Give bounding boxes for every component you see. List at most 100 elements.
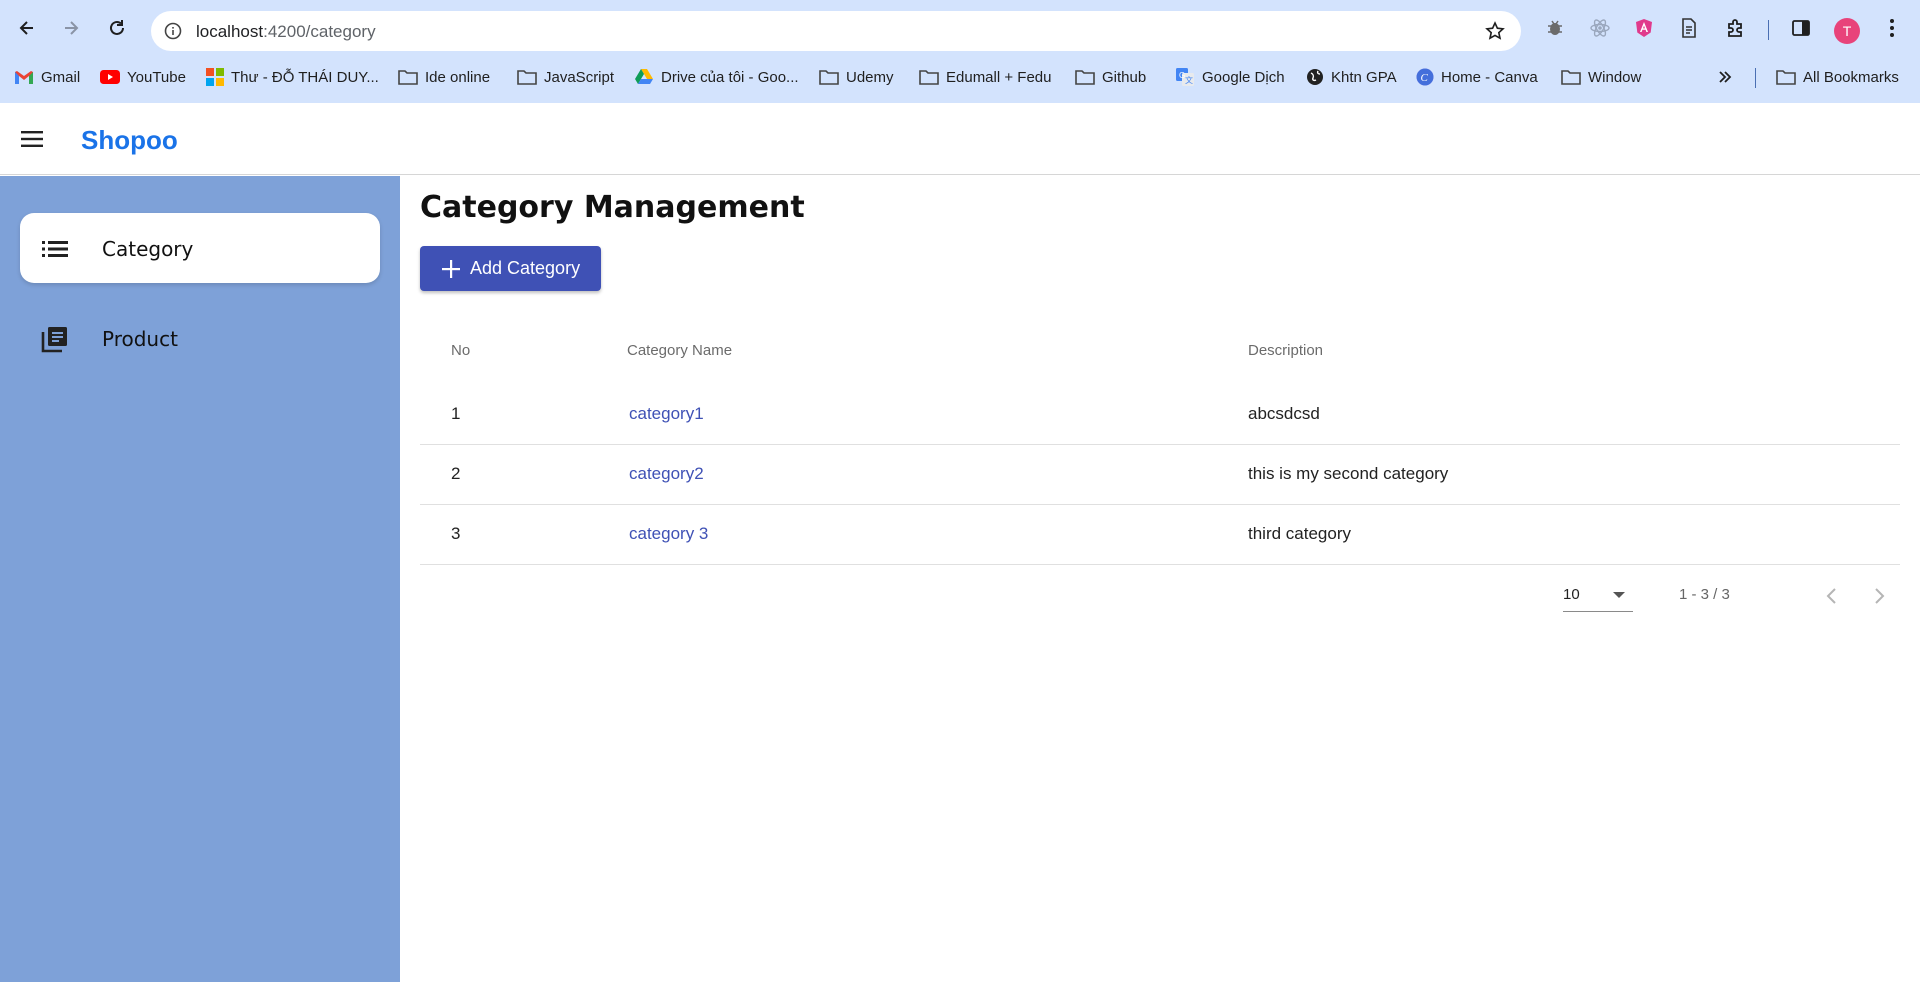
bookmark-drive[interactable]: Drive của tôi - Goo... [634,66,799,88]
list-icon [40,234,70,264]
cell-description: third category [1248,504,1900,565]
add-category-label: Add Category [470,258,581,278]
column-header-no[interactable]: No [420,316,627,384]
column-header-category-name[interactable]: Category Name [627,316,1248,384]
reload-button[interactable] [101,12,133,44]
table-row: 3 category 3 third category [420,504,1900,565]
page-size-value: 10 [1563,586,1580,603]
category-link[interactable]: category2 [627,464,704,483]
bookmark-star-icon[interactable] [1483,19,1507,43]
library-books-icon [40,324,70,354]
site-info-icon[interactable] [161,19,185,43]
bookmark-window[interactable]: Window [1561,66,1641,88]
bookmark-canva[interactable]: C Home - Canva [1416,66,1538,88]
bookmark-javascript[interactable]: JavaScript [517,66,614,88]
next-page-button[interactable] [1864,580,1896,612]
category-link[interactable]: category1 [627,404,704,423]
sidebar-item-label: Category [102,237,194,261]
url-path: :4200/category [263,22,376,41]
category-table: No Category Name Description 1 category1… [420,316,1900,565]
folder-icon [1776,70,1796,85]
previous-page-button[interactable] [1815,580,1847,612]
folder-icon [819,70,839,85]
bookmark-khtn-gpa[interactable]: Khtn GPA [1306,66,1397,88]
dropdown-arrow-icon [1613,592,1625,598]
bookmarks-divider [1755,68,1756,88]
cell-category-name: category1 [627,384,1248,445]
arrow-left-icon [19,21,33,35]
gmail-icon [15,71,33,84]
url-text: localhost:4200/category [196,22,376,42]
sidebar: Category Product [0,176,400,982]
bookmark-gmail[interactable]: Gmail [14,66,80,88]
chrome-menu-icon[interactable] [1880,16,1904,40]
folder-icon [1075,70,1095,85]
table-row: 2 category2 this is my second category [420,444,1900,505]
address-bar[interactable]: localhost:4200/category [151,11,1521,51]
folder-icon [398,70,418,85]
table-header-row: No Category Name Description [420,316,1900,384]
bookmark-label: Gmail [41,68,81,86]
cell-category-name: category 3 [627,504,1248,565]
reload-icon [110,20,124,35]
cell-no: 1 [420,384,627,445]
bookmark-ide-online[interactable]: Ide online [398,66,490,88]
bookmark-youtube[interactable]: YouTube [100,66,186,88]
bookmark-udemy[interactable]: Udemy [819,66,894,88]
bookmark-label: Drive của tôi - Goo... [661,68,799,86]
sidebar-item-product[interactable]: Product [20,303,380,373]
column-header-description[interactable]: Description [1248,316,1900,384]
google-drive-icon [635,69,653,84]
app-toolbar: Shopoo [0,103,1920,175]
brand-title[interactable]: Shopoo [81,125,178,156]
forward-button[interactable] [55,12,87,44]
bookmark-google-translate[interactable]: G文 Google Dịch [1175,66,1285,88]
bookmark-label: Window [1588,68,1642,86]
all-bookmarks-button[interactable]: All Bookmarks [1776,66,1899,88]
add-category-button[interactable]: Add Category [420,246,601,291]
profile-avatar[interactable]: T [1834,18,1860,44]
canva-icon: C [1416,68,1434,86]
svg-text:文: 文 [1185,75,1193,85]
url-host: localhost [196,22,264,41]
angular-devtools-icon[interactable] [1632,16,1656,40]
arrow-right-icon [65,21,79,35]
bookmark-label: Khtn GPA [1331,68,1397,86]
cell-no: 2 [420,444,627,505]
bookmarks-bar: Gmail YouTube Thư - ĐỖ THÁI DUY... Ide o… [0,62,1920,92]
menu-toggle-button[interactable] [14,121,50,157]
category-link[interactable]: category 3 [627,524,708,543]
chevron-left-icon [1826,588,1836,604]
bookmark-label: Ide online [425,68,491,86]
bookmark-label: Edumall + Fedu [946,68,1052,86]
page-range-label: 1 - 3 / 3 [1679,586,1730,603]
bookmarks-overflow-button[interactable] [1717,66,1733,88]
browser-chrome: localhost:4200/category T Gmail YouTube [0,0,1920,103]
table-row: 1 category1 abcsdcsd [420,384,1900,445]
bookmark-label: Thư - ĐỖ THÁI DUY... [231,68,379,86]
cell-category-name: category2 [627,444,1248,505]
bookmark-edumall[interactable]: Edumall + Fedu [919,66,1051,88]
double-chevron-right-icon [1719,71,1732,83]
document-extension-icon[interactable] [1677,16,1701,40]
extensions-puzzle-icon[interactable] [1724,16,1748,40]
bug-extension-icon[interactable] [1543,16,1567,40]
bookmark-outlook[interactable]: Thư - ĐỖ THÁI DUY... [206,66,379,88]
bookmark-label: Google Dịch [1202,68,1285,86]
sidebar-item-label: Product [102,327,178,351]
paginator: 10 1 - 3 / 3 [420,576,1900,616]
sidebar-item-category[interactable]: Category [20,213,380,283]
page-size-select[interactable]: 10 [1563,584,1633,612]
back-button[interactable] [11,12,43,44]
bookmark-label: Udemy [846,68,894,86]
toolbar-divider [1768,20,1769,40]
side-panel-icon[interactable] [1789,16,1813,40]
react-devtools-icon[interactable] [1588,16,1612,40]
youtube-icon [100,70,120,84]
folder-icon [919,70,939,85]
all-bookmarks-label: All Bookmarks [1803,68,1899,86]
bookmark-github[interactable]: Github [1075,66,1146,88]
cell-description: this is my second category [1248,444,1900,505]
bookmark-label: Home - Canva [1441,68,1538,86]
cell-no: 3 [420,504,627,565]
